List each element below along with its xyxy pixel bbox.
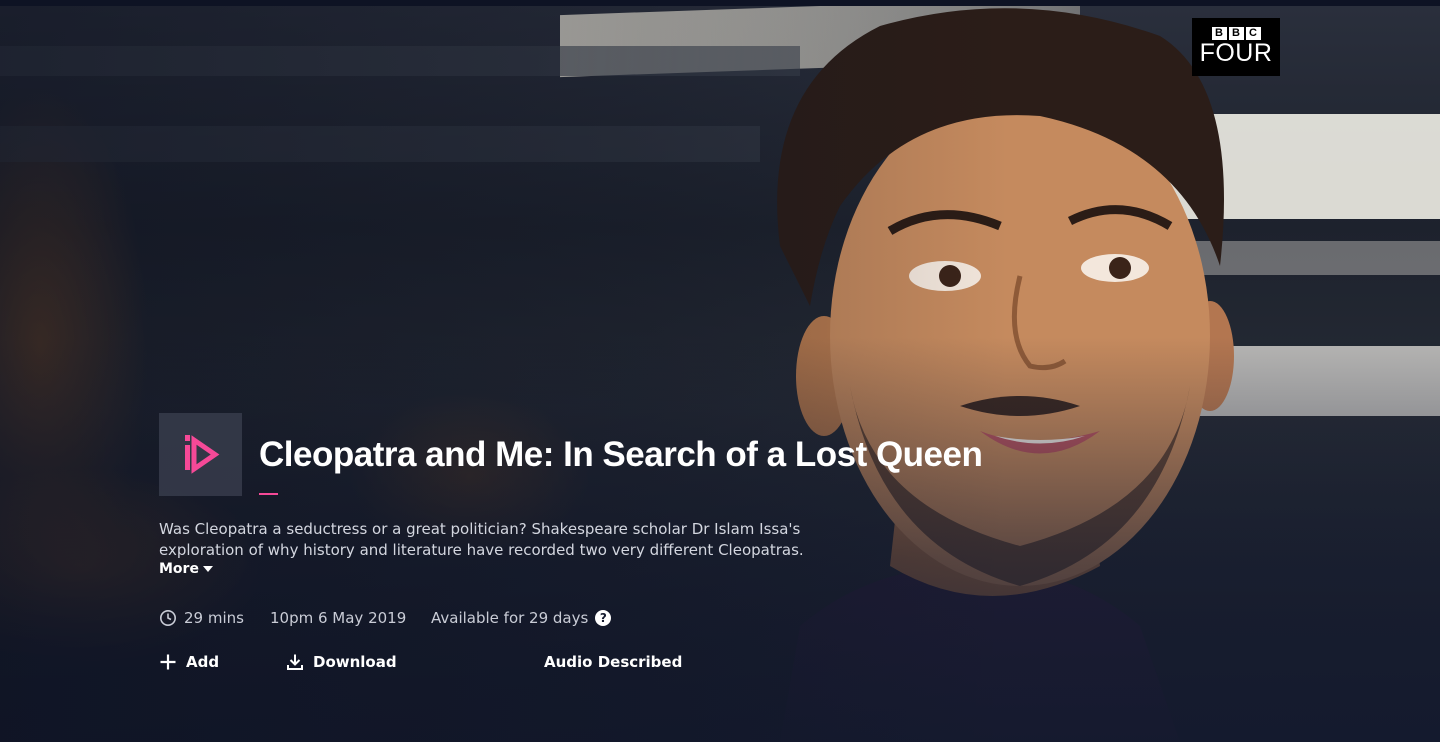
audio-described-label: Audio Described	[544, 653, 683, 671]
clock-icon	[160, 610, 176, 626]
broadcast-text: 10pm 6 May 2019	[270, 609, 407, 627]
iplayer-logo-icon	[159, 413, 242, 496]
hero-overlay	[0, 6, 1440, 742]
broadcast-time: 10pm 6 May 2019	[270, 608, 406, 628]
download-icon	[287, 654, 303, 670]
hero-image	[0, 6, 1440, 742]
duration: 29 mins	[159, 608, 244, 628]
add-button[interactable]: Add	[159, 653, 219, 671]
more-button[interactable]: More	[159, 561, 213, 577]
channel-name: FOUR	[1199, 39, 1273, 67]
audio-described-button[interactable]: Audio Described	[544, 653, 682, 671]
duration-text: 29 mins	[184, 609, 244, 627]
caret-down-icon	[202, 566, 213, 572]
download-label: Download	[313, 653, 397, 671]
availability-text: Available for 29 days	[431, 609, 589, 627]
add-label: Add	[186, 653, 220, 671]
availability: Available for 29 days ?	[431, 608, 612, 628]
programme-synopsis: Was Cleopatra a seductress or a great po…	[159, 520, 804, 559]
title-accent-rule	[259, 493, 278, 495]
channel-logo: B B C FOUR	[1192, 18, 1280, 76]
download-button[interactable]: Download	[286, 653, 397, 671]
programme-title: Cleopatra and Me: In Search of a Lost Qu…	[259, 435, 983, 474]
plus-icon	[160, 654, 176, 670]
help-icon[interactable]: ?	[595, 610, 612, 626]
more-label: More	[159, 561, 199, 577]
